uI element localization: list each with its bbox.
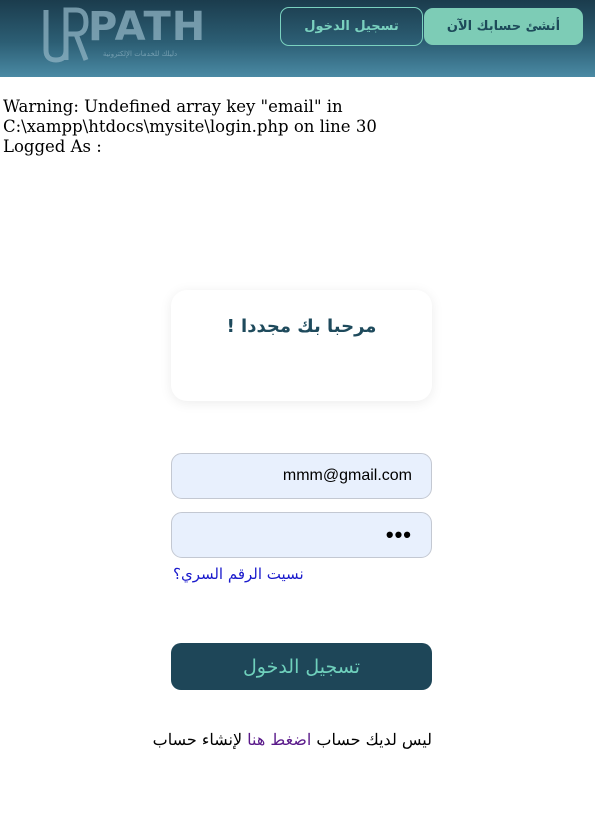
signup-prompt-prefix: ليس لديك حساب xyxy=(311,730,432,749)
login-submit-button[interactable]: تسجيل الدخول xyxy=(171,643,432,690)
warning-line-1: Warning: Undefined array key "email" in xyxy=(3,97,343,116)
forgot-password-link[interactable]: نسيت الرقم السري؟ xyxy=(173,565,304,583)
header-bar: PATH دليلك للخدمات الإلكترونية تسجيل الد… xyxy=(0,0,595,77)
logged-as-line: Logged As : xyxy=(3,137,102,156)
password-value: ••• xyxy=(385,522,412,547)
email-value: mmm@gmail.com xyxy=(282,467,412,484)
header-signup-button[interactable]: أنشئ حسابك الآن xyxy=(424,8,583,45)
welcome-card: مرحبا بك مجددا ! xyxy=(171,290,432,401)
logo-wordmark: PATH xyxy=(88,4,207,50)
php-warning-output: Warning: Undefined array key "email" in … xyxy=(3,97,403,157)
header-login-button[interactable]: تسجيل الدخول xyxy=(280,7,423,46)
warning-line-2: C:\xampp\htdocs\mysite\login.php on line… xyxy=(3,117,377,136)
email-field[interactable]: mmm@gmail.com xyxy=(171,453,432,499)
site-logo[interactable]: PATH دليلك للخدمات الإلكترونية xyxy=(42,4,205,66)
signup-link[interactable]: اضغط هنا xyxy=(247,730,311,749)
password-field[interactable]: ••• xyxy=(171,512,432,558)
welcome-title: مرحبا بك مجددا ! xyxy=(226,316,377,337)
logo-tagline: دليلك للخدمات الإلكترونية xyxy=(102,50,178,58)
signup-prompt: ليس لديك حساب اضغط هنا لإنشاء حساب xyxy=(153,730,432,749)
signup-prompt-suffix: لإنشاء حساب xyxy=(152,730,248,749)
